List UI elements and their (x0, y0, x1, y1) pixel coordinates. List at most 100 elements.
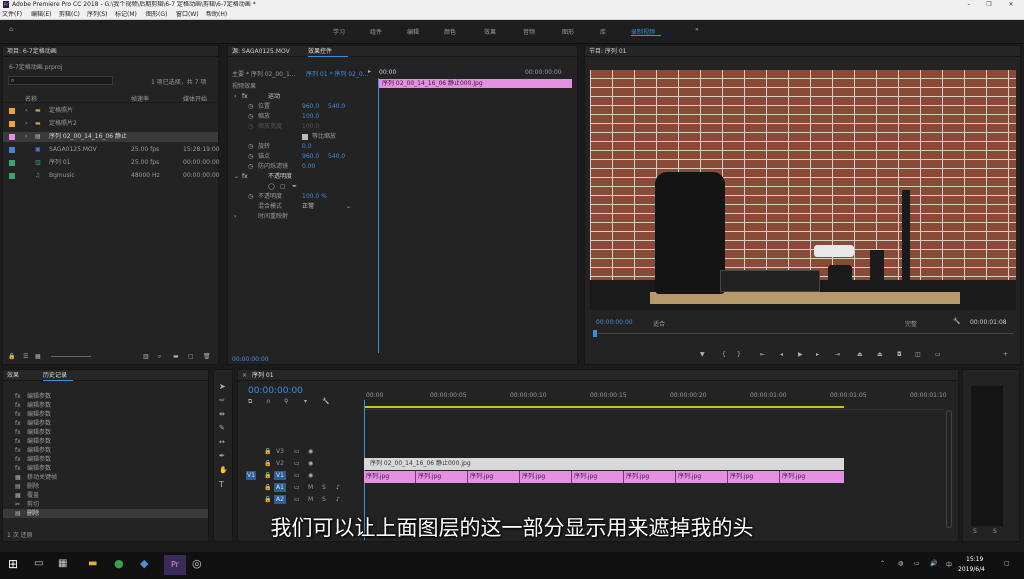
windows-start-icon[interactable]: ⊞ (8, 557, 18, 571)
lock-icon[interactable]: 🔒 (264, 495, 271, 505)
workspace-learn[interactable]: 学习 (333, 27, 345, 36)
list-view-icon[interactable]: ☰ (23, 353, 28, 360)
tab-source[interactable]: 源: SAGA0125.MOV (232, 46, 290, 57)
timeline-vertical-scrollbar[interactable] (946, 410, 952, 528)
type-tool-icon[interactable]: T (219, 480, 224, 489)
comparison-view-icon[interactable]: ◫ (915, 351, 921, 358)
menu-graphics[interactable]: 图形(G) (146, 11, 167, 19)
uniform-scale-row[interactable]: 等比缩放 (228, 132, 376, 142)
voice-over-icon[interactable]: ♪ (336, 495, 340, 505)
time-ruler[interactable]: 00:00 00:00:00:05 00:00:00:10 00:00:00:1… (364, 382, 947, 410)
v1-clip[interactable]: 序列.jpg (626, 471, 676, 483)
lock-icon[interactable]: 🔒 (264, 447, 271, 457)
sync-lock-icon[interactable]: ▭ (294, 459, 300, 469)
program-timecode[interactable]: 00:00:00:00 (596, 319, 633, 326)
lock-icon[interactable]: 🔒 (8, 353, 15, 360)
close-tab-icon[interactable]: × (242, 370, 247, 381)
voice-over-icon[interactable]: ♪ (336, 483, 340, 493)
menu-edit[interactable]: 编辑(E) (31, 11, 51, 19)
vr-video-icon[interactable]: ▭ (935, 351, 941, 358)
volume-icon[interactable]: 🔊 (930, 560, 937, 567)
lock-icon[interactable]: 🔒 (264, 483, 271, 493)
step-back-icon[interactable]: ◂ (780, 351, 783, 358)
mute-button[interactable]: M (308, 495, 313, 505)
more-workspaces-icon[interactable]: » (692, 26, 702, 33)
timeline-title[interactable]: 序列 01 (252, 370, 274, 381)
mark-out-icon[interactable]: } (737, 351, 741, 358)
param-row[interactable]: ◷ 缩放 100.0 (228, 112, 376, 122)
home-icon[interactable]: ⌂ (6, 26, 16, 33)
list-item[interactable]: › ▬ 定格照片2 (3, 119, 218, 129)
track-header-a1[interactable]: 🔒 A1 ▭ M S ♪ (238, 482, 363, 494)
list-item[interactable]: ♫ Bgmusic 48000 Hz 00:00:00:00 (3, 171, 220, 181)
chevron-down-icon[interactable]: ⌄ (346, 202, 351, 212)
master-clip-label[interactable]: 主要 * 序列 02_00_1... (232, 69, 297, 78)
nest-icon[interactable]: ⧉ (248, 398, 252, 406)
zoom-slider[interactable] (51, 356, 91, 357)
workspace-assembly[interactable]: 组件 (370, 27, 382, 36)
list-item[interactable]: fx 编辑参数 (3, 437, 208, 446)
list-item[interactable]: ▦ 移动关键帧 (3, 473, 208, 482)
icon-view-icon[interactable]: ▦ (35, 353, 41, 360)
eye-icon[interactable]: ◉ (308, 447, 313, 457)
mark-in-icon[interactable]: { (722, 351, 726, 358)
fit-select[interactable]: 适合 (653, 319, 693, 328)
expand-arrow-icon[interactable]: › (25, 119, 27, 129)
task-view-icon[interactable]: ▭ (34, 558, 43, 569)
list-item[interactable]: fx 编辑参数 (3, 446, 208, 455)
param-row[interactable]: ◷ 防闪烁滤镜 0.00 (228, 162, 376, 172)
list-item[interactable]: fx 编辑参数 (3, 392, 208, 401)
v1-clip[interactable]: 序列.jpg (470, 471, 520, 483)
minimize-icon[interactable]: – (962, 0, 976, 10)
go-to-out-icon[interactable]: ⇥ (835, 351, 840, 358)
v1-clip[interactable]: 序列.jpg (678, 471, 728, 483)
notifications-icon[interactable]: ▢ (1004, 560, 1010, 567)
list-item[interactable]: ▥ 序列 01 25.00 fps 00:00:00:00 (3, 158, 220, 168)
v1-clip-strip[interactable]: 序列.jpg 序列.jpg 序列.jpg 序列.jpg 序列.jpg 序列.jp… (364, 471, 844, 483)
list-item[interactable]: fx 编辑参数 (3, 410, 208, 419)
checkbox-checked[interactable] (302, 134, 308, 140)
media-icon[interactable]: ◎ (192, 557, 202, 570)
add-marker-icon[interactable]: ▼ (700, 351, 705, 358)
v1-clip[interactable]: 序列.jpg (730, 471, 780, 483)
selection-tool-icon[interactable]: ➤ (219, 382, 226, 391)
param-value-y[interactable]: 540.0 (328, 102, 345, 112)
column-fps[interactable]: 帧速率 (131, 94, 149, 103)
ec-playhead[interactable] (378, 78, 379, 353)
workspace-color[interactable]: 颜色 (444, 27, 456, 36)
lock-icon[interactable]: 🔒 (264, 471, 271, 481)
track-header-a2[interactable]: 🔒 A2 ▭ M S ♪ (238, 494, 363, 506)
v1-clip[interactable]: 序列.jpg (574, 471, 624, 483)
export-frame-icon[interactable]: ◘ (897, 351, 902, 358)
expand-arrow-icon[interactable]: › (234, 212, 236, 222)
v1-clip[interactable]: 序列.jpg (418, 471, 468, 483)
play-icon[interactable]: ▶ (798, 351, 803, 358)
go-to-in-icon[interactable]: ⇤ (760, 351, 765, 358)
ime-icon[interactable]: 中 (946, 560, 952, 569)
browser-icon[interactable]: ● (114, 557, 124, 570)
razor-tool-icon[interactable]: ✎ (219, 424, 225, 432)
list-item[interactable]: ▣ SAGA0125.MOV 25.00 fps 15:28:19:00 (3, 145, 220, 155)
menu-marker[interactable]: 标记(M) (115, 11, 137, 19)
param-value-x[interactable]: 960.0 (302, 102, 319, 112)
menu-file[interactable]: 文件(F) (2, 11, 22, 19)
eye-icon[interactable]: ◉ (308, 471, 313, 481)
file-explorer-icon[interactable]: ▬ (88, 558, 97, 569)
stopwatch-icon[interactable]: ◷ (248, 152, 253, 162)
param-row[interactable]: ◷ 锚点 960.0 540.0 (228, 152, 376, 162)
v2-clip[interactable]: 序列 02_00_14_16_06 静止000.jpg (364, 458, 844, 470)
solo-button[interactable]: S (322, 483, 326, 493)
maximize-icon[interactable]: ❐ (982, 0, 996, 10)
workspace-effects[interactable]: 效果 (484, 27, 496, 36)
new-item-icon[interactable]: ▢ (188, 353, 194, 360)
lock-icon[interactable]: 🔒 (264, 459, 271, 469)
list-item[interactable]: ✂ 剪切 (3, 500, 208, 509)
param-value[interactable]: 0.0 (302, 142, 312, 152)
opacity-header[interactable]: ⌄ fx 不透明度 (228, 172, 376, 182)
clock-date[interactable]: 2019/6/4 (958, 566, 985, 573)
blend-mode-row[interactable]: 混合模式 正常 ⌄ (228, 202, 376, 212)
stopwatch-icon[interactable]: ◷ (248, 102, 253, 112)
program-video-frame[interactable] (590, 70, 1016, 310)
work-area-bar[interactable] (364, 406, 844, 408)
tray-expand-icon[interactable]: ⌃ (880, 560, 885, 567)
